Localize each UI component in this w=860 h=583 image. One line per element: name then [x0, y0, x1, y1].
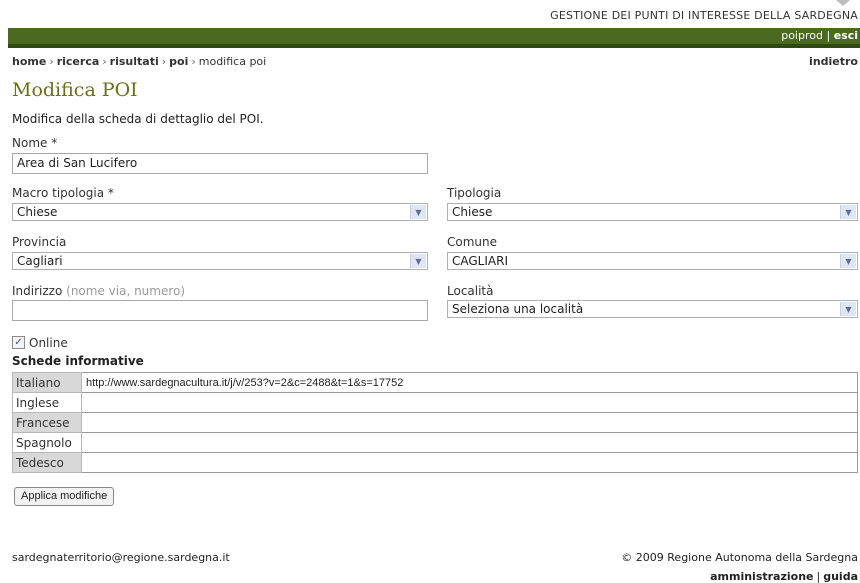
header-bar-shadow	[8, 44, 860, 48]
breadcrumb-home[interactable]: home	[12, 55, 46, 68]
scheda-row: Inglese	[12, 392, 858, 413]
indirizzo-label: Indirizzo (nome via, numero)	[12, 284, 185, 298]
scheda-lang: Francese	[12, 412, 82, 433]
scheda-url-input[interactable]	[81, 452, 858, 473]
provincia-value: Cagliari	[17, 254, 63, 268]
help-link[interactable]: guida	[823, 570, 858, 583]
user-separator: |	[826, 29, 831, 42]
username: poiprod	[781, 29, 823, 42]
schede-table: Italiano http://www.sardegnacultura.it/j…	[12, 372, 858, 473]
footer-copyright: © 2009 Regione Autonoma della Sardegna	[621, 551, 858, 564]
header-bar	[8, 28, 860, 44]
comune-label: Comune	[447, 235, 498, 249]
scheda-lang: Spagnolo	[12, 432, 82, 453]
scheda-lang: Inglese	[12, 392, 82, 413]
breadcrumb-separator: ›	[49, 55, 54, 68]
breadcrumb-risultati[interactable]: risultati	[110, 55, 159, 68]
page-title: Modifica POI	[12, 79, 138, 101]
breadcrumb-separator: ›	[191, 55, 196, 68]
scheda-row: Francese	[12, 412, 858, 433]
scheda-row: Spagnolo	[12, 432, 858, 453]
macro-tipologia-value: Chiese	[17, 205, 58, 219]
localita-value: Seleziona una località	[452, 302, 584, 316]
top-corner-icon	[836, 0, 850, 6]
tipologia-select[interactable]: Chiese ▼	[447, 203, 858, 221]
nome-input[interactable]: Area di San Lucifero	[12, 153, 428, 174]
footer-links: amministrazione | guida	[710, 570, 858, 583]
scheda-url-input[interactable]	[81, 392, 858, 413]
scheda-url-input[interactable]: http://www.sardegnacultura.it/j/v/253?v=…	[81, 372, 858, 393]
online-checkbox[interactable]: ✓	[12, 336, 25, 349]
breadcrumb-ricerca[interactable]: ricerca	[57, 55, 100, 68]
scheda-row: Italiano http://www.sardegnacultura.it/j…	[12, 372, 858, 393]
schede-title: Schede informative	[12, 354, 144, 368]
breadcrumb: home › ricerca › risultati › poi › modifica poi	[12, 55, 266, 68]
user-bar: poiprod | esci	[781, 29, 858, 42]
chevron-down-icon[interactable]: ▼	[840, 254, 856, 268]
admin-link[interactable]: amministrazione	[710, 570, 813, 583]
scheda-url-input[interactable]	[81, 412, 858, 433]
breadcrumb-separator: ›	[102, 55, 107, 68]
scheda-row: Tedesco	[12, 452, 858, 473]
back-link[interactable]: indietro	[809, 55, 858, 68]
breadcrumb-current: modifica poi	[198, 55, 267, 68]
scheda-lang: Italiano	[12, 372, 82, 393]
indirizzo-hint: (nome via, numero)	[66, 284, 186, 298]
comune-select[interactable]: CAGLIARI ▼	[447, 252, 858, 270]
localita-select[interactable]: Seleziona una località ▼	[447, 300, 858, 318]
breadcrumb-separator: ›	[161, 55, 167, 68]
chevron-down-icon[interactable]: ▼	[410, 254, 426, 268]
macro-tipologia-select[interactable]: Chiese ▼	[12, 203, 428, 221]
comune-value: CAGLIARI	[452, 254, 508, 268]
provincia-label: Provincia	[12, 235, 67, 249]
provincia-select[interactable]: Cagliari ▼	[12, 252, 428, 270]
chevron-down-icon[interactable]: ▼	[840, 205, 856, 219]
localita-label: Località	[447, 284, 494, 298]
online-label: Online	[29, 336, 68, 350]
nome-label: Nome *	[12, 136, 58, 150]
footer-email[interactable]: sardegnaterritorio@regione.sardegna.it	[12, 551, 230, 564]
tipologia-value: Chiese	[452, 205, 493, 219]
scheda-lang: Tedesco	[12, 452, 82, 473]
macro-tipologia-label: Macro tipologia *	[12, 186, 114, 200]
indirizzo-input[interactable]	[12, 300, 428, 321]
apply-changes-button[interactable]: Applica modifiche	[14, 487, 115, 506]
scheda-url-input[interactable]	[81, 432, 858, 453]
logout-link[interactable]: esci	[834, 29, 858, 42]
indirizzo-label-text: Indirizzo	[12, 284, 63, 298]
app-title: GESTIONE DEI PUNTI DI INTERESSE DELLA SA…	[550, 9, 858, 22]
tipologia-label: Tipologia	[447, 186, 502, 200]
footer-separator: |	[816, 570, 821, 583]
page-intro: Modifica della scheda di dettaglio del P…	[12, 112, 264, 126]
chevron-down-icon[interactable]: ▼	[840, 302, 856, 316]
chevron-down-icon[interactable]: ▼	[410, 205, 426, 219]
breadcrumb-poi[interactable]: poi	[169, 55, 188, 68]
